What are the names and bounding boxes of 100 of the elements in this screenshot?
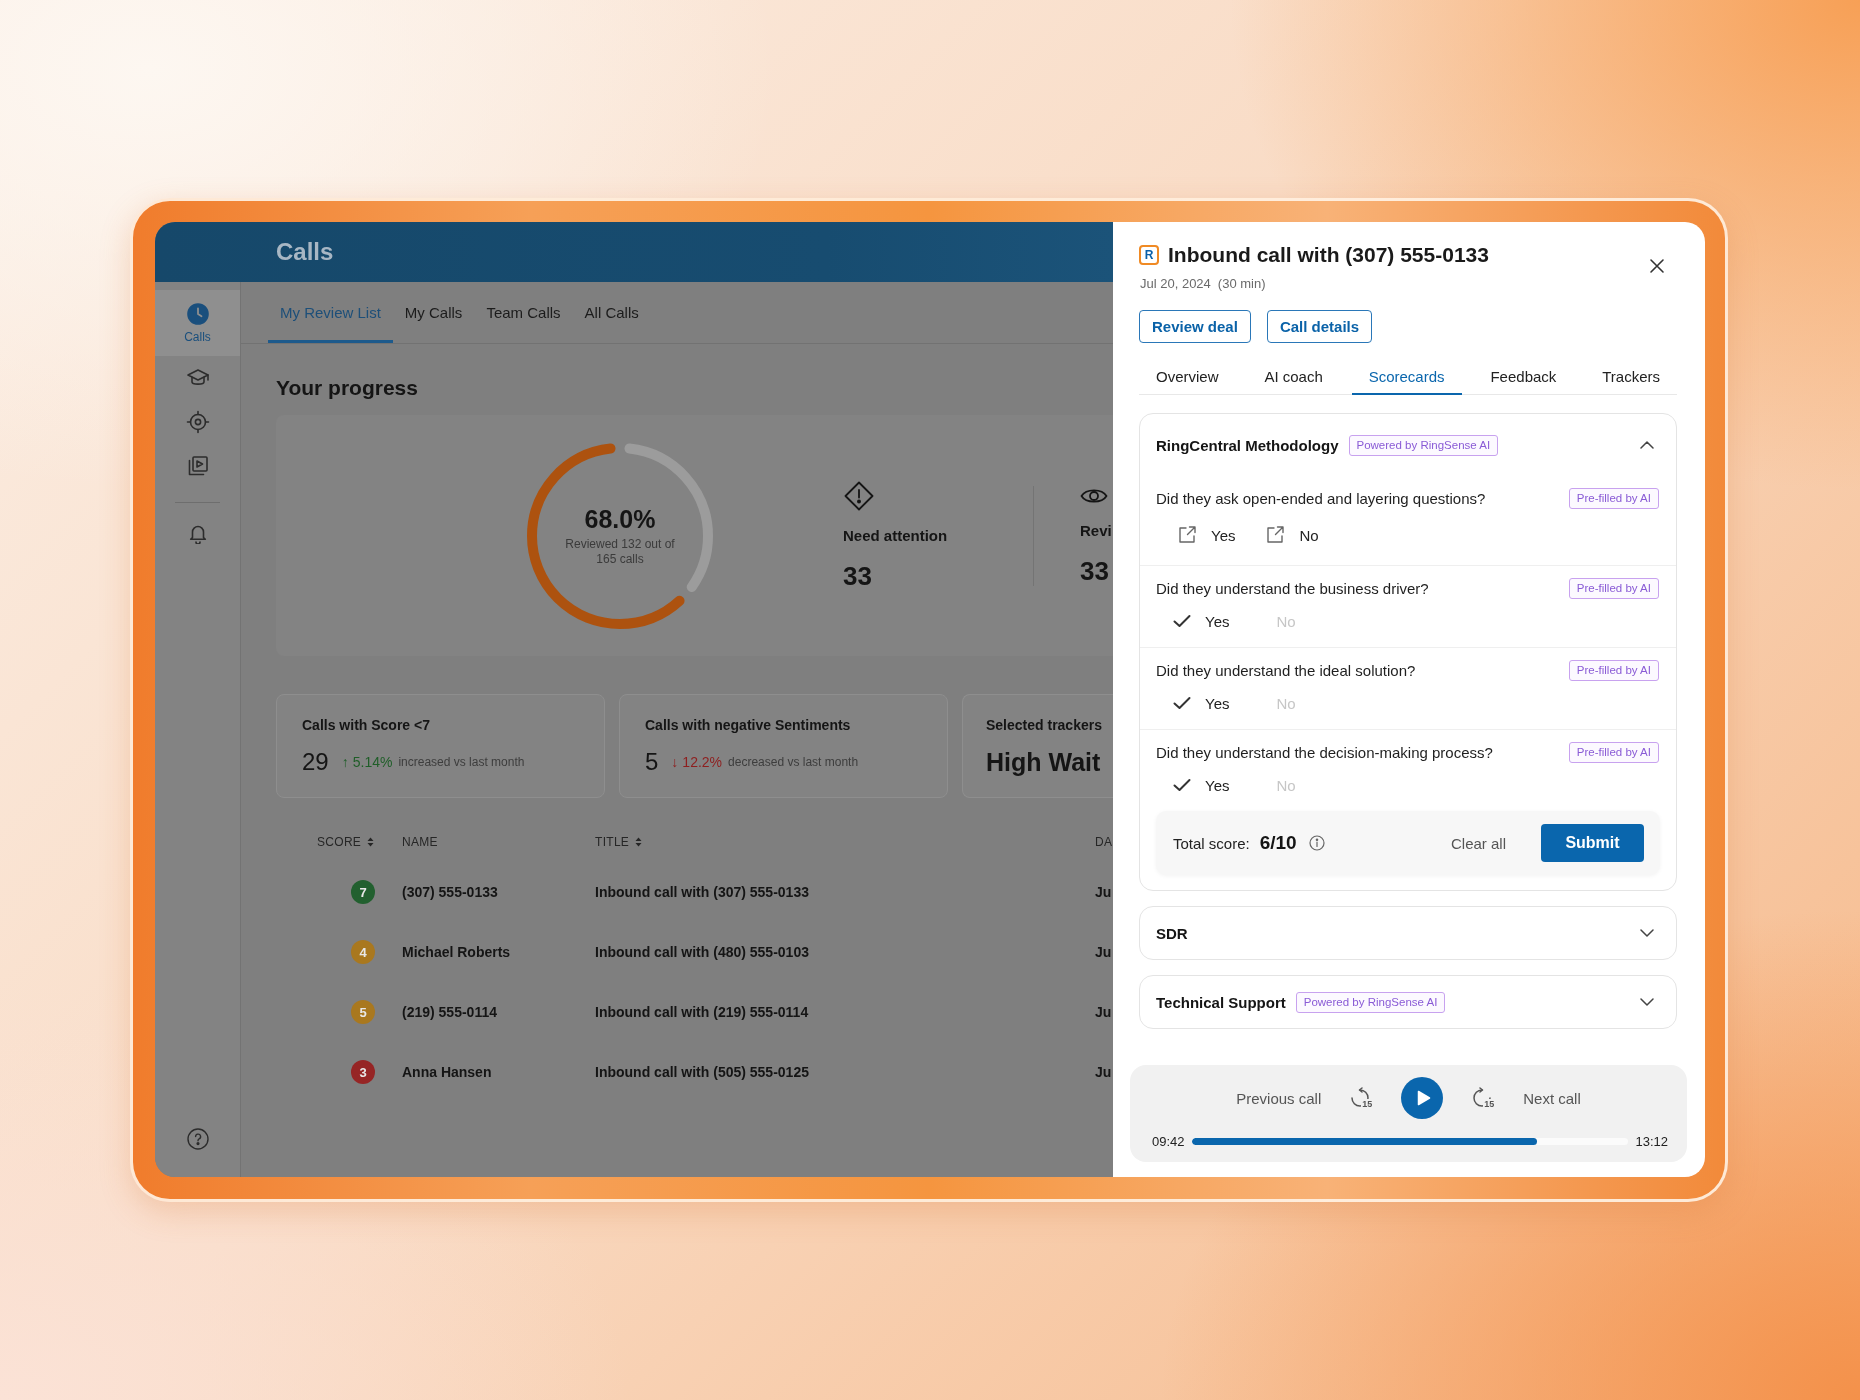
answer-option[interactable]: Yes [1173, 689, 1230, 717]
tab[interactable]: Feedback [1473, 359, 1574, 395]
ai-badge: Powered by RingSense AI [1348, 434, 1499, 456]
question-text: Did they understand the business driver? [1156, 579, 1429, 597]
column-header: DA [1095, 835, 1113, 849]
chevron-down-icon[interactable] [1640, 929, 1654, 937]
total-score-value: 6/10 [1259, 832, 1297, 854]
call-date: Jul 20, 2024 [1140, 276, 1211, 291]
prefilled-badge: Pre-filled by AI [1568, 741, 1659, 763]
call-date: Ju [1095, 1004, 1112, 1020]
sort-icon [367, 837, 375, 847]
info-icon [1308, 835, 1325, 851]
brand-logo: R [1139, 245, 1159, 265]
stat-value: 33 [843, 561, 872, 591]
skip-forward-button[interactable]: 15 [1471, 1087, 1496, 1109]
skip-back-button[interactable]: 15 [1349, 1087, 1374, 1109]
metric-value: 5 [645, 748, 659, 776]
answer-option[interactable]: No [1265, 521, 1319, 549]
score-badge: 4 [351, 940, 375, 964]
clock-icon [186, 302, 209, 325]
ring-caption: Reviewed 132 out of 165 calls [564, 536, 676, 567]
column-header[interactable]: TITLE [595, 835, 643, 849]
call-title: Inbound call with (307) 555-0133 [595, 884, 809, 900]
call-title: Inbound call with (505) 555-0125 [595, 1064, 809, 1080]
caller-name: Michael Roberts [402, 944, 511, 960]
metric-note: decreased vs last month [728, 755, 859, 769]
help-icon [186, 1128, 209, 1150]
tab[interactable]: Team Calls [474, 282, 573, 343]
caller-name: Anna Hansen [402, 1064, 492, 1080]
prefilled-badge: Pre-filled by AI [1568, 487, 1659, 509]
warning-diamond-icon [843, 480, 875, 512]
question-text: Did they understand the ideal solution? [1156, 661, 1416, 679]
section-title: RingCentral Methodology [1156, 436, 1339, 454]
total-score-label: Total score: [1173, 834, 1250, 852]
metric-title: Calls with Score <7 [302, 716, 430, 734]
tab[interactable]: Scorecards [1351, 359, 1462, 395]
total-time: 13:12 [1635, 1133, 1668, 1149]
caller-name: (219) 555-0114 [402, 1004, 497, 1020]
check-icon [1173, 778, 1191, 792]
call-duration: (30 min) [1217, 276, 1266, 291]
tab[interactable]: AI coach [1247, 359, 1340, 395]
trend-arrow: ↑ [341, 754, 349, 770]
outline-button[interactable]: Review deal [1139, 310, 1251, 343]
ring-percentage: 68.0% [584, 504, 656, 534]
external-link-icon [1265, 525, 1286, 545]
tab[interactable]: My Calls [392, 282, 475, 343]
play-button[interactable] [1401, 1077, 1444, 1119]
answer-option[interactable]: Yes [1173, 771, 1230, 799]
previous-call-button[interactable]: Previous call [1236, 1089, 1322, 1107]
progress-track[interactable] [1191, 1137, 1629, 1145]
metric-note: increased vs last month [398, 755, 525, 769]
score-badge: 7 [351, 880, 375, 904]
page-title: Calls [276, 238, 334, 266]
clear-all-button[interactable]: Clear all [1450, 834, 1506, 852]
score-badge: 5 [351, 1000, 375, 1024]
forward-arrow-icon [1471, 1087, 1494, 1107]
outline-button[interactable]: Call details [1266, 310, 1373, 343]
metric-title: Calls with negative Sentiments [645, 716, 851, 734]
tab[interactable]: Overview [1139, 359, 1236, 395]
sort-icon [635, 837, 643, 847]
tab[interactable]: All Calls [572, 282, 651, 343]
next-call-button[interactable]: Next call [1523, 1089, 1581, 1107]
chevron-up-icon[interactable] [1640, 441, 1654, 449]
stat-label: Need attention [843, 527, 948, 545]
call-date: Ju [1095, 884, 1112, 900]
check-icon [1173, 696, 1191, 710]
ai-badge: Powered by RingSense AI [1295, 991, 1446, 1013]
graduation-cap-icon [185, 368, 210, 388]
library-icon [186, 455, 209, 477]
stat-label: Revi [1080, 522, 1112, 540]
question-text: Did they understand the decision-making process? [1156, 743, 1493, 761]
close-button[interactable] [1649, 258, 1665, 274]
call-title: Inbound call with (219) 555-0114 [595, 1004, 809, 1020]
metric-change: 5.14% [352, 754, 393, 770]
tab[interactable]: Trackers [1585, 359, 1677, 395]
metric-change: 12.2% [682, 754, 723, 770]
question-text: Did they ask open-ended and layering questions? [1156, 489, 1486, 507]
metric-title: Selected trackers [986, 716, 1102, 734]
column-header: NAME [402, 835, 438, 849]
chevron-down-icon[interactable] [1640, 998, 1654, 1006]
answer-option[interactable]: Yes [1177, 521, 1236, 549]
section-title: Technical Support [1156, 993, 1286, 1011]
check-icon [1173, 614, 1191, 628]
column-header[interactable]: SCORE [317, 835, 375, 849]
score-badge: 3 [351, 1060, 375, 1084]
answer-option[interactable]: Yes [1173, 607, 1230, 635]
external-link-icon [1177, 525, 1197, 545]
trend-arrow: ↓ [671, 754, 679, 770]
call-date: Ju [1095, 944, 1112, 960]
submit-button[interactable]: Submit [1541, 824, 1644, 862]
section-heading: Your progress [276, 376, 418, 400]
crosshair-icon [185, 410, 210, 434]
prefilled-badge: Pre-filled by AI [1568, 659, 1659, 681]
call-heading: Inbound call with (307) 555-0133 [1168, 243, 1489, 267]
metric-value: 29 [302, 748, 329, 776]
close-icon [1649, 258, 1665, 274]
play-icon [1416, 1090, 1431, 1106]
caller-name: (307) 555-0133 [402, 884, 498, 900]
elapsed-time: 09:42 [1152, 1133, 1185, 1149]
stat-value: 33 [1080, 556, 1109, 586]
